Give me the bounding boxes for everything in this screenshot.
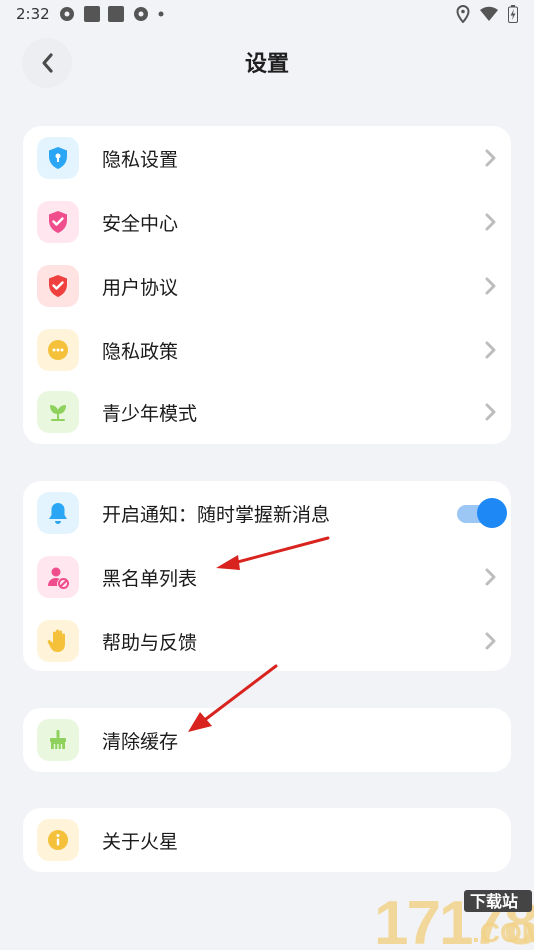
chevron-right-icon [485,632,496,650]
shield-check-icon [49,211,67,233]
settings-item-about[interactable]: 关于火星 [23,808,511,872]
status-right [456,5,518,23]
app-notification-icon [133,7,148,21]
settings-group-privacy: 隐私设置 安全中心 用户协议 隐私政策 青少年模式 [23,126,511,444]
user-block-icon [48,567,69,589]
app-notification-icon [83,6,100,22]
app-notification-icon [107,6,124,22]
settings-item-label: 开启通知：随时掌握新消息 [102,503,331,526]
more-notifications-dot-icon [158,11,164,17]
status-left: 2:32 [16,5,164,23]
chat-bubble-icon [48,340,68,360]
status-bar: 2:32 [0,0,534,28]
settings-group-about: 关于火星 [23,808,511,872]
settings-item-label: 关于火星 [102,830,179,853]
info-icon [48,830,68,850]
settings-item-privacy-policy[interactable]: 隐私政策 [23,318,511,382]
notifications-icon-box [37,492,79,534]
settings-item-user-agreement[interactable]: 用户协议 [23,254,511,318]
page-title: 设置 [244,52,289,77]
bell-icon [49,503,67,524]
about-icon-box [37,819,79,861]
settings-item-blacklist[interactable]: 黑名单列表 [23,545,511,609]
location-icon [456,5,470,23]
settings-item-teen-mode[interactable]: 青少年模式 [23,380,511,444]
watermark-domain: .COM [472,917,534,948]
settings-item-label: 用户协议 [102,276,179,299]
status-time: 2:32 [16,5,50,23]
security-center-icon-box [37,201,79,243]
chevron-right-icon [485,568,496,586]
chevron-right-icon [485,149,496,167]
hand-icon [47,629,65,652]
user-agreement-icon-box [37,265,79,307]
notifications-toggle[interactable] [457,498,507,528]
settings-item-privacy-settings[interactable]: 隐私设置 [23,126,511,190]
chevron-right-icon [485,403,496,421]
settings-item-label: 隐私政策 [102,340,179,363]
broom-icon [50,730,66,749]
help-feedback-icon-box [37,620,79,662]
toggle-knob [477,498,507,528]
privacy-settings-icon-box [37,137,79,179]
watermark-logo: 17178 下载站 .COM [374,889,534,950]
settings-item-label: 青少年模式 [102,402,198,425]
settings-item-clear-cache[interactable]: 清除缓存 [23,708,511,772]
settings-item-help-feedback[interactable]: 帮助与反馈 [23,609,511,673]
header: 设置 [0,30,534,96]
settings-group-notifications: 开启通知：随时掌握新消息 黑名单列表 帮助与反馈 [23,481,511,671]
settings-item-security-center[interactable]: 安全中心 [23,190,511,254]
sprout-icon [50,405,66,421]
chevron-right-icon [485,213,496,231]
chevron-right-icon [485,341,496,359]
settings-item-label: 隐私设置 [102,148,179,171]
settings-group-cache: 清除缓存 [23,708,511,772]
wifi-icon [480,6,498,22]
settings-item-notifications: 开启通知：随时掌握新消息 [23,481,511,545]
blacklist-icon-box [37,556,79,598]
watermark-tag: 下载站 [470,892,518,911]
shield-check-icon [49,275,67,297]
clear-cache-icon-box [37,719,79,761]
settings-item-label: 安全中心 [102,212,179,235]
teen-mode-icon-box [37,391,79,433]
settings-item-label: 帮助与反馈 [102,631,198,654]
chevron-right-icon [485,277,496,295]
shield-lock-icon [49,147,67,169]
app-notification-icon [59,7,74,21]
settings-item-label: 清除缓存 [102,730,179,753]
privacy-policy-icon-box [37,329,79,371]
settings-item-label: 黑名单列表 [102,567,198,590]
battery-charging-icon [508,5,518,23]
